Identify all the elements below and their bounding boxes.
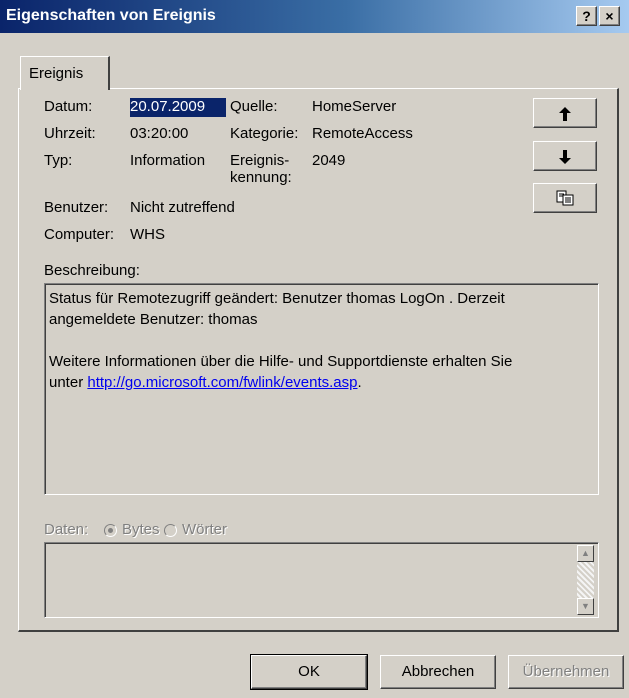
scroll-track[interactable] (577, 562, 594, 598)
data-label: Daten: (44, 521, 89, 538)
arrow-down-icon (559, 150, 571, 164)
close-button[interactable]: × (599, 6, 620, 26)
uhrzeit-value: 03:20:00 (130, 125, 189, 142)
help-link[interactable]: http://go.microsoft.com/fwlink/events.as… (87, 374, 357, 391)
description-line: angemeldete Benutzer: thomas (49, 311, 258, 328)
copy-icon (556, 190, 574, 206)
data-box[interactable] (44, 542, 599, 618)
words-option-label: Wörter (182, 521, 227, 538)
words-radio[interactable] (164, 524, 177, 537)
typ-value: Information (130, 152, 206, 169)
benutzer-value: Nicht zutreffend (130, 199, 235, 216)
description-line: Status für Remotezugriff geändert: Benut… (49, 290, 505, 307)
description-line: Weitere Informationen über die Hilfe- un… (49, 353, 513, 370)
event-properties-dialog: Eigenschaften von Ereignis ? × Ereignis … (0, 0, 629, 698)
title-bar[interactable]: Eigenschaften von Ereignis ? × (0, 0, 629, 33)
ereigniskennung-value: 2049 (312, 152, 346, 169)
tab-label: Ereignis (29, 65, 84, 82)
description-line-prefix: unter (49, 374, 84, 391)
next-event-button[interactable] (533, 141, 597, 171)
ereigniskennung-label-2: kennung: (230, 169, 292, 186)
bytes-option-label: Bytes (122, 521, 160, 538)
apply-button[interactable]: Übernehmen (508, 655, 624, 689)
kategorie-value: RemoteAccess (312, 125, 413, 142)
help-button[interactable]: ? (576, 6, 597, 26)
tab-ereignis[interactable]: Ereignis (20, 56, 110, 90)
benutzer-label: Benutzer: (44, 199, 109, 216)
computer-label: Computer: (44, 226, 115, 243)
uhrzeit-label: Uhrzeit: (44, 125, 96, 142)
copy-button[interactable] (533, 183, 597, 213)
quelle-value: HomeServer (312, 98, 397, 115)
computer-value: WHS (130, 226, 165, 243)
scroll-down-button[interactable]: ▼ (577, 598, 594, 615)
scroll-up-button[interactable]: ▲ (577, 545, 594, 562)
cancel-button[interactable]: Abbrechen (380, 655, 496, 689)
description-text: Status für Remotezugriff geändert: Benut… (49, 288, 579, 393)
ereigniskennung-label-1: Ereignis- (230, 152, 290, 169)
kategorie-label: Kategorie: (230, 125, 299, 142)
description-line-suffix: . (357, 374, 362, 391)
arrow-up-icon (559, 107, 571, 121)
ok-button[interactable]: OK (250, 654, 368, 690)
previous-event-button[interactable] (533, 98, 597, 128)
datum-value: 20.07.2009 (130, 98, 226, 117)
window-title: Eigenschaften von Ereignis (6, 7, 216, 24)
description-label: Beschreibung: (44, 262, 140, 279)
typ-label: Typ: (44, 152, 73, 169)
data-scrollbar[interactable]: ▲ ▼ (577, 545, 594, 615)
bytes-radio[interactable] (104, 524, 117, 537)
datum-label: Datum: (44, 98, 93, 115)
description-box[interactable]: Status für Remotezugriff geändert: Benut… (44, 283, 599, 495)
quelle-label: Quelle: (230, 98, 278, 115)
